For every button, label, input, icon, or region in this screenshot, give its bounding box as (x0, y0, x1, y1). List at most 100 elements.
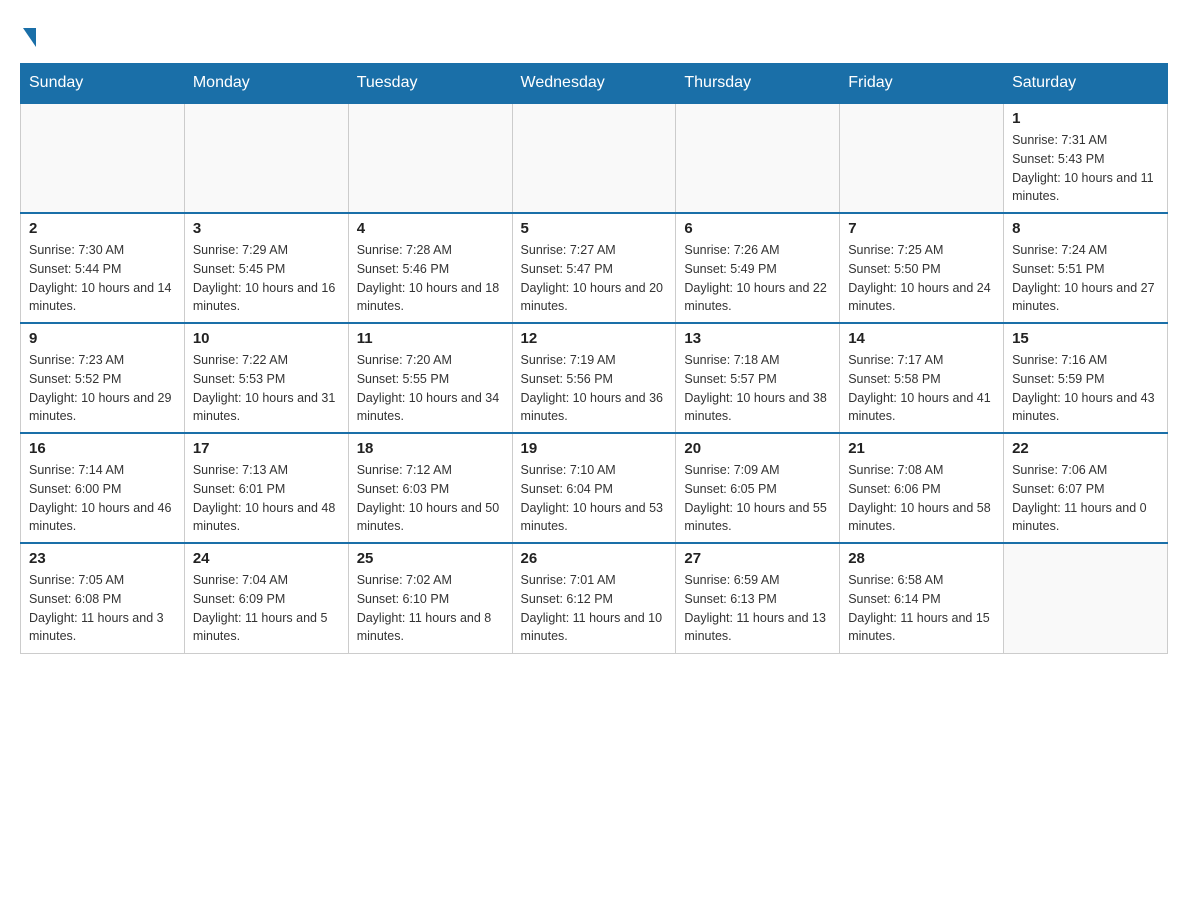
day-cell: 28 Sunrise: 6:58 AMSunset: 6:14 PMDayligh… (840, 543, 1004, 653)
day-cell: 13 Sunrise: 7:18 AMSunset: 5:57 PMDayligh… (676, 323, 840, 433)
day-info: Sunrise: 7:28 AMSunset: 5:46 PMDaylight:… (357, 241, 504, 316)
day-info: Sunrise: 7:14 AMSunset: 6:00 PMDaylight:… (29, 461, 176, 536)
day-cell: 12 Sunrise: 7:19 AMSunset: 5:56 PMDayligh… (512, 323, 676, 433)
day-number: 25 (357, 550, 504, 567)
column-header-tuesday: Tuesday (348, 64, 512, 104)
empty-day-cell (840, 103, 1004, 213)
day-cell: 4 Sunrise: 7:28 AMSunset: 5:46 PMDaylight… (348, 213, 512, 323)
day-info: Sunrise: 7:16 AMSunset: 5:59 PMDaylight:… (1012, 351, 1159, 426)
day-info: Sunrise: 7:08 AMSunset: 6:06 PMDaylight:… (848, 461, 995, 536)
day-cell: 11 Sunrise: 7:20 AMSunset: 5:55 PMDayligh… (348, 323, 512, 433)
day-cell: 16 Sunrise: 7:14 AMSunset: 6:00 PMDayligh… (21, 433, 185, 543)
day-number: 6 (684, 220, 831, 237)
day-info: Sunrise: 6:58 AMSunset: 6:14 PMDaylight:… (848, 571, 995, 646)
day-cell: 2 Sunrise: 7:30 AMSunset: 5:44 PMDaylight… (21, 213, 185, 323)
calendar-header-row: SundayMondayTuesdayWednesdayThursdayFrid… (21, 64, 1168, 104)
day-number: 16 (29, 440, 176, 457)
day-info: Sunrise: 7:02 AMSunset: 6:10 PMDaylight:… (357, 571, 504, 646)
day-info: Sunrise: 7:31 AMSunset: 5:43 PMDaylight:… (1012, 131, 1159, 206)
day-number: 10 (193, 330, 340, 347)
day-cell: 6 Sunrise: 7:26 AMSunset: 5:49 PMDaylight… (676, 213, 840, 323)
calendar-table: SundayMondayTuesdayWednesdayThursdayFrid… (20, 63, 1168, 654)
day-number: 28 (848, 550, 995, 567)
day-cell: 7 Sunrise: 7:25 AMSunset: 5:50 PMDaylight… (840, 213, 1004, 323)
column-header-monday: Monday (184, 64, 348, 104)
page-header (20, 20, 1168, 43)
day-info: Sunrise: 7:09 AMSunset: 6:05 PMDaylight:… (684, 461, 831, 536)
day-cell: 25 Sunrise: 7:02 AMSunset: 6:10 PMDayligh… (348, 543, 512, 653)
day-number: 18 (357, 440, 504, 457)
day-cell: 24 Sunrise: 7:04 AMSunset: 6:09 PMDayligh… (184, 543, 348, 653)
day-info: Sunrise: 7:05 AMSunset: 6:08 PMDaylight:… (29, 571, 176, 646)
logo-chevron-icon (23, 28, 36, 47)
day-number: 9 (29, 330, 176, 347)
day-info: Sunrise: 7:29 AMSunset: 5:45 PMDaylight:… (193, 241, 340, 316)
day-number: 4 (357, 220, 504, 237)
day-cell: 19 Sunrise: 7:10 AMSunset: 6:04 PMDayligh… (512, 433, 676, 543)
day-info: Sunrise: 7:24 AMSunset: 5:51 PMDaylight:… (1012, 241, 1159, 316)
day-number: 13 (684, 330, 831, 347)
day-number: 22 (1012, 440, 1159, 457)
day-info: Sunrise: 7:22 AMSunset: 5:53 PMDaylight:… (193, 351, 340, 426)
day-number: 7 (848, 220, 995, 237)
day-info: Sunrise: 7:30 AMSunset: 5:44 PMDaylight:… (29, 241, 176, 316)
day-info: Sunrise: 7:10 AMSunset: 6:04 PMDaylight:… (521, 461, 668, 536)
column-header-saturday: Saturday (1004, 64, 1168, 104)
day-number: 21 (848, 440, 995, 457)
day-number: 20 (684, 440, 831, 457)
logo (20, 20, 38, 43)
day-info: Sunrise: 7:13 AMSunset: 6:01 PMDaylight:… (193, 461, 340, 536)
calendar-week-row: 23 Sunrise: 7:05 AMSunset: 6:08 PMDayligh… (21, 543, 1168, 653)
day-number: 24 (193, 550, 340, 567)
calendar-week-row: 9 Sunrise: 7:23 AMSunset: 5:52 PMDaylight… (21, 323, 1168, 433)
day-number: 26 (521, 550, 668, 567)
day-number: 14 (848, 330, 995, 347)
day-cell: 10 Sunrise: 7:22 AMSunset: 5:53 PMDayligh… (184, 323, 348, 433)
day-cell: 3Sunrise: 7:29 AMSunset: 5:45 PMDaylight… (184, 213, 348, 323)
day-cell: 27 Sunrise: 6:59 AMSunset: 6:13 PMDayligh… (676, 543, 840, 653)
day-number: 8 (1012, 220, 1159, 237)
day-info: Sunrise: 7:26 AMSunset: 5:49 PMDaylight:… (684, 241, 831, 316)
day-info: Sunrise: 7:04 AMSunset: 6:09 PMDaylight:… (193, 571, 340, 646)
empty-day-cell (1004, 543, 1168, 653)
day-number: 17 (193, 440, 340, 457)
calendar-week-row: 2 Sunrise: 7:30 AMSunset: 5:44 PMDaylight… (21, 213, 1168, 323)
day-number: 11 (357, 330, 504, 347)
empty-day-cell (184, 103, 348, 213)
day-info: Sunrise: 7:23 AMSunset: 5:52 PMDaylight:… (29, 351, 176, 426)
empty-day-cell (21, 103, 185, 213)
day-cell: 14Sunrise: 7:17 AMSunset: 5:58 PMDayligh… (840, 323, 1004, 433)
day-number: 19 (521, 440, 668, 457)
day-number: 1 (1012, 110, 1159, 127)
day-info: Sunrise: 7:19 AMSunset: 5:56 PMDaylight:… (521, 351, 668, 426)
day-cell: 22 Sunrise: 7:06 AMSunset: 6:07 PMDayligh… (1004, 433, 1168, 543)
day-number: 23 (29, 550, 176, 567)
day-info: Sunrise: 7:01 AMSunset: 6:12 PMDaylight:… (521, 571, 668, 646)
empty-day-cell (348, 103, 512, 213)
day-cell: 5 Sunrise: 7:27 AMSunset: 5:47 PMDaylight… (512, 213, 676, 323)
column-header-sunday: Sunday (21, 64, 185, 104)
day-cell: 21 Sunrise: 7:08 AMSunset: 6:06 PMDayligh… (840, 433, 1004, 543)
day-cell: 23 Sunrise: 7:05 AMSunset: 6:08 PMDayligh… (21, 543, 185, 653)
day-cell: 1 Sunrise: 7:31 AMSunset: 5:43 PMDaylight… (1004, 103, 1168, 213)
column-header-friday: Friday (840, 64, 1004, 104)
day-info: Sunrise: 7:06 AMSunset: 6:07 PMDaylight:… (1012, 461, 1159, 536)
day-info: Sunrise: 7:20 AMSunset: 5:55 PMDaylight:… (357, 351, 504, 426)
day-number: 12 (521, 330, 668, 347)
day-number: 15 (1012, 330, 1159, 347)
day-cell: 18Sunrise: 7:12 AMSunset: 6:03 PMDayligh… (348, 433, 512, 543)
calendar-week-row: 1 Sunrise: 7:31 AMSunset: 5:43 PMDaylight… (21, 103, 1168, 213)
day-info: Sunrise: 7:27 AMSunset: 5:47 PMDaylight:… (521, 241, 668, 316)
day-info: Sunrise: 7:25 AMSunset: 5:50 PMDaylight:… (848, 241, 995, 316)
day-number: 27 (684, 550, 831, 567)
calendar-week-row: 16 Sunrise: 7:14 AMSunset: 6:00 PMDayligh… (21, 433, 1168, 543)
empty-day-cell (512, 103, 676, 213)
day-info: Sunrise: 6:59 AMSunset: 6:13 PMDaylight:… (684, 571, 831, 646)
day-cell: 20 Sunrise: 7:09 AMSunset: 6:05 PMDayligh… (676, 433, 840, 543)
day-number: 5 (521, 220, 668, 237)
column-header-wednesday: Wednesday (512, 64, 676, 104)
day-cell: 15 Sunrise: 7:16 AMSunset: 5:59 PMDayligh… (1004, 323, 1168, 433)
day-number: 2 (29, 220, 176, 237)
day-info: Sunrise: 7:18 AMSunset: 5:57 PMDaylight:… (684, 351, 831, 426)
empty-day-cell (676, 103, 840, 213)
